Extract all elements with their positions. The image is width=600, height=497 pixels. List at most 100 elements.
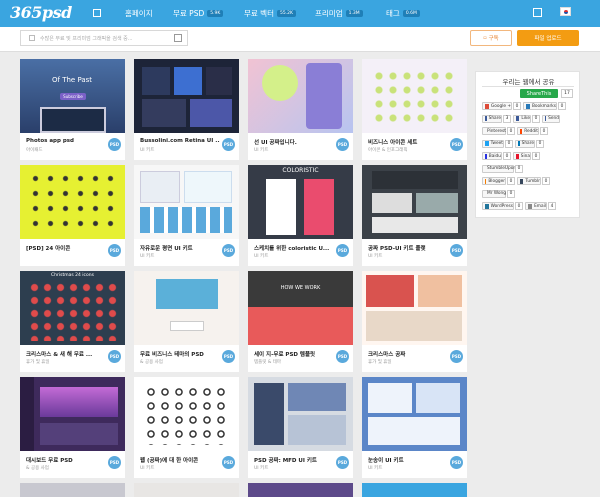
- card-thumbnail[interactable]: [248, 377, 353, 451]
- share-button-bookmarks[interactable]: Bookmarks: [523, 102, 557, 110]
- nav-tags[interactable]: 태그 0.6M: [386, 8, 420, 19]
- card[interactable]: [20, 483, 125, 497]
- card[interactable]: 크리스마스 공짜 휴가 및 휴일 PSD: [362, 271, 467, 372]
- korean-flag-icon[interactable]: [560, 7, 571, 16]
- card[interactable]: 눈송이 UI 키트 UI 키트 PSD: [362, 377, 467, 478]
- share-button-share[interactable]: Share: [482, 114, 502, 123]
- card[interactable]: 자유로운 평면 UI 키트 UI 키트 PSD: [134, 165, 239, 266]
- sharethis-button[interactable]: ShareThis: [520, 89, 558, 98]
- share-button-tumblr[interactable]: Tumblr: [517, 177, 541, 185]
- card[interactable]: 웹 (공짜)에 대 한 아이콘 UI 키트 PSD: [134, 377, 239, 478]
- card-category[interactable]: 아이콘 & 인포그래픽: [368, 147, 408, 153]
- nav-psd[interactable]: 무료 PSD 5.9K: [173, 8, 224, 19]
- share-button-baidu[interactable]: Baidu: [482, 152, 502, 160]
- card[interactable]: [134, 483, 239, 497]
- share-button-share[interactable]: Share: [515, 139, 535, 148]
- card-thumbnail[interactable]: [248, 59, 353, 133]
- card[interactable]: Christmas 24 icons 크리스마스 & 새 해 무료 ... 휴가…: [20, 271, 125, 372]
- card[interactable]: PSD 공짜: MFD UI 키트 UI 키트 PSD: [248, 377, 353, 478]
- card-thumbnail[interactable]: [362, 165, 467, 239]
- upload-button[interactable]: 파일 업로드: [517, 30, 579, 46]
- card-thumbnail[interactable]: [362, 59, 467, 133]
- card-title[interactable]: 크리스마스 & 새 해 무료 ...: [26, 350, 106, 358]
- card-category[interactable]: UI 키트: [140, 147, 154, 153]
- nav-home[interactable]: 홈페이지: [125, 8, 153, 19]
- share-button-pinterest[interactable]: Pinterest: [482, 127, 506, 135]
- card-thumbnail[interactable]: [362, 271, 467, 345]
- card-category[interactable]: UI 키트: [368, 465, 382, 471]
- card-category[interactable]: 휴가 및 휴일: [26, 359, 50, 365]
- share-button-like[interactable]: Like: [513, 114, 531, 123]
- card[interactable]: [PSD] 24 아이콘 PSD: [20, 165, 125, 266]
- card[interactable]: [362, 483, 467, 497]
- card-thumbnail[interactable]: [362, 377, 467, 451]
- card-title[interactable]: [PSD] 24 아이콘: [26, 244, 106, 252]
- card-thumbnail[interactable]: [362, 483, 467, 497]
- card-category[interactable]: UI 키트: [254, 465, 268, 471]
- card-thumbnail[interactable]: [134, 483, 239, 497]
- card-category[interactable]: UI 키트: [368, 253, 382, 259]
- card-thumbnail[interactable]: HOW WE WORK: [248, 271, 353, 345]
- card[interactable]: [248, 483, 353, 497]
- card-title[interactable]: 스케치를 위한 coloristic U...: [254, 244, 334, 252]
- share-button-wordpress[interactable]: WordPress: [482, 202, 514, 210]
- card-title[interactable]: 웹 (공짜)에 대 한 아이콘: [140, 456, 220, 464]
- card-title[interactable]: 무료 비즈니스 테마의 PSD: [140, 350, 220, 358]
- card[interactable]: HOW WE WORK 세이 지-무료 PSD 템플릿 템플릿 & 테마 PSD: [248, 271, 353, 372]
- card-category[interactable]: UI 키트: [254, 147, 268, 153]
- share-button-tweet[interactable]: Tweet: [482, 139, 504, 148]
- card[interactable]: COLORISTIC 스케치를 위한 coloristic U... UI 키트…: [248, 165, 353, 266]
- card-title[interactable]: 선 UI 공짜입니다.: [254, 138, 334, 146]
- card-title[interactable]: 크리스마스 공짜: [368, 350, 448, 358]
- share-button-mr-wong[interactable]: Mr Wong: [482, 189, 506, 198]
- card-thumbnail[interactable]: [20, 165, 125, 239]
- search-icon[interactable]: [174, 34, 182, 42]
- card-thumbnail[interactable]: [248, 483, 353, 497]
- card-thumbnail[interactable]: [134, 377, 239, 451]
- card-title[interactable]: Bussolini.com Retina UI ...: [140, 138, 220, 144]
- site-logo[interactable]: 365psd: [10, 3, 72, 22]
- card-title[interactable]: PSD 공짜: MFD UI 키트: [254, 456, 334, 464]
- card-thumbnail[interactable]: [134, 271, 239, 345]
- card-category[interactable]: & 공용 사업: [140, 359, 163, 365]
- nav-premium[interactable]: 프리미엄 1.3M: [315, 8, 363, 19]
- share-button-google-[interactable]: Google +: [482, 102, 512, 110]
- share-button-sina[interactable]: Sina: [513, 152, 531, 160]
- share-button-email[interactable]: Email: [525, 202, 547, 210]
- card[interactable]: Of The Past Subscribe Photos app psd 아이패…: [20, 59, 125, 160]
- card[interactable]: 대시보드 무료 PSD & 공용 사업 PSD: [20, 377, 125, 478]
- card-title[interactable]: 비즈니스 아이콘 세트: [368, 138, 448, 146]
- card-title[interactable]: 대시보드 무료 PSD: [26, 456, 106, 464]
- card-thumbnail[interactable]: [134, 165, 239, 239]
- card-title[interactable]: 세이 지-무료 PSD 템플릿: [254, 350, 334, 358]
- share-button-blogger[interactable]: Blogger: [482, 177, 506, 185]
- nav-vector[interactable]: 무료 벡터 55.2K: [244, 8, 296, 19]
- card[interactable]: 공짜 PSD-UI 키트 플랫 UI 키트 PSD: [362, 165, 467, 266]
- card-title[interactable]: Photos app psd: [26, 138, 106, 144]
- subscribe-button[interactable]: ▫ 구독: [470, 30, 512, 46]
- share-button-reddit[interactable]: Reddit: [517, 127, 539, 135]
- share-button-send[interactable]: Send: [542, 114, 560, 123]
- card-category[interactable]: UI 키트: [254, 253, 268, 259]
- card-thumbnail[interactable]: COLORISTIC: [248, 165, 353, 239]
- search-input[interactable]: 수많은 무료 및 프리미엄 그래픽을 검색 중...: [20, 30, 188, 46]
- card[interactable]: 선 UI 공짜입니다. UI 키트 PSD: [248, 59, 353, 160]
- card-category[interactable]: UI 키트: [140, 465, 154, 471]
- card-title[interactable]: 자유로운 평면 UI 키트: [140, 244, 220, 252]
- card-thumbnail[interactable]: Christmas 24 icons: [20, 271, 125, 345]
- card[interactable]: 비즈니스 아이콘 세트 아이콘 & 인포그래픽 PSD: [362, 59, 467, 160]
- share-button-stumbleupon[interactable]: StumbleUpon: [482, 164, 516, 173]
- card-thumbnail[interactable]: [20, 377, 125, 451]
- card-category[interactable]: UI 키트: [140, 253, 154, 259]
- card-title[interactable]: 공짜 PSD-UI 키트 플랫: [368, 244, 448, 252]
- card-thumbnail[interactable]: [134, 59, 239, 133]
- card-title[interactable]: 눈송이 UI 키트: [368, 456, 448, 464]
- card-category[interactable]: 템플릿 & 테마: [254, 359, 281, 365]
- card[interactable]: 무료 비즈니스 테마의 PSD & 공용 사업 PSD: [134, 271, 239, 372]
- card-category[interactable]: 휴가 및 휴일: [368, 359, 392, 365]
- card[interactable]: Bussolini.com Retina UI ... UI 키트 PSD: [134, 59, 239, 160]
- card-category[interactable]: 아이패드: [26, 147, 43, 153]
- card-thumbnail[interactable]: Of The Past Subscribe: [20, 59, 125, 133]
- card-category[interactable]: & 공용 사업: [26, 465, 49, 471]
- user-icon[interactable]: [533, 8, 542, 17]
